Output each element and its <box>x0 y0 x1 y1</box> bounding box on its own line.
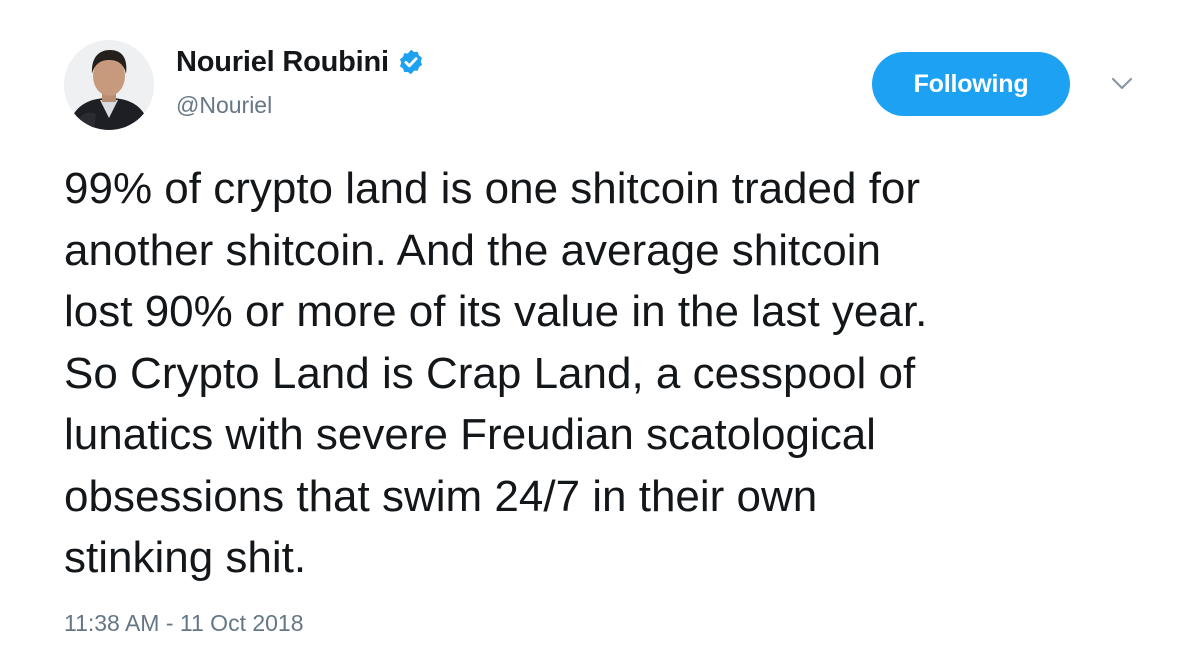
tweet-text-line: obsessions that swim 24/7 in their own <box>64 471 818 521</box>
tweet-text-line: stinking shit. <box>64 533 307 582</box>
display-name[interactable]: Nouriel Roubini <box>176 46 389 79</box>
following-button[interactable]: Following <box>872 52 1070 116</box>
chevron-down-icon[interactable] <box>1110 76 1134 92</box>
verified-badge-icon <box>397 48 425 76</box>
tweet-text-line: another shitcoin. And the average shitco… <box>64 225 881 275</box>
tweet-text: 99% of crypto land is one shitcoin trade… <box>64 158 1164 589</box>
tweet-text-line: lunatics with severe Freudian scatologic… <box>64 410 876 459</box>
tweet-text-line: So Crypto Land is Crap Land, a cesspool … <box>64 348 916 398</box>
avatar-image <box>64 40 154 130</box>
avatar[interactable] <box>64 40 154 130</box>
tweet-text-line: 99% of crypto land is one shitcoin trade… <box>64 164 921 213</box>
tweet-timestamp[interactable]: 11:38 AM - 11 Oct 2018 <box>64 610 304 637</box>
tweet-card: Nouriel Roubini @Nouriel Following 99% o… <box>0 0 1200 662</box>
user-handle[interactable]: @Nouriel <box>176 92 272 119</box>
tweet-text-line: lost 90% or more of its value in the las… <box>64 287 928 336</box>
display-name-row: Nouriel Roubini <box>176 42 425 82</box>
